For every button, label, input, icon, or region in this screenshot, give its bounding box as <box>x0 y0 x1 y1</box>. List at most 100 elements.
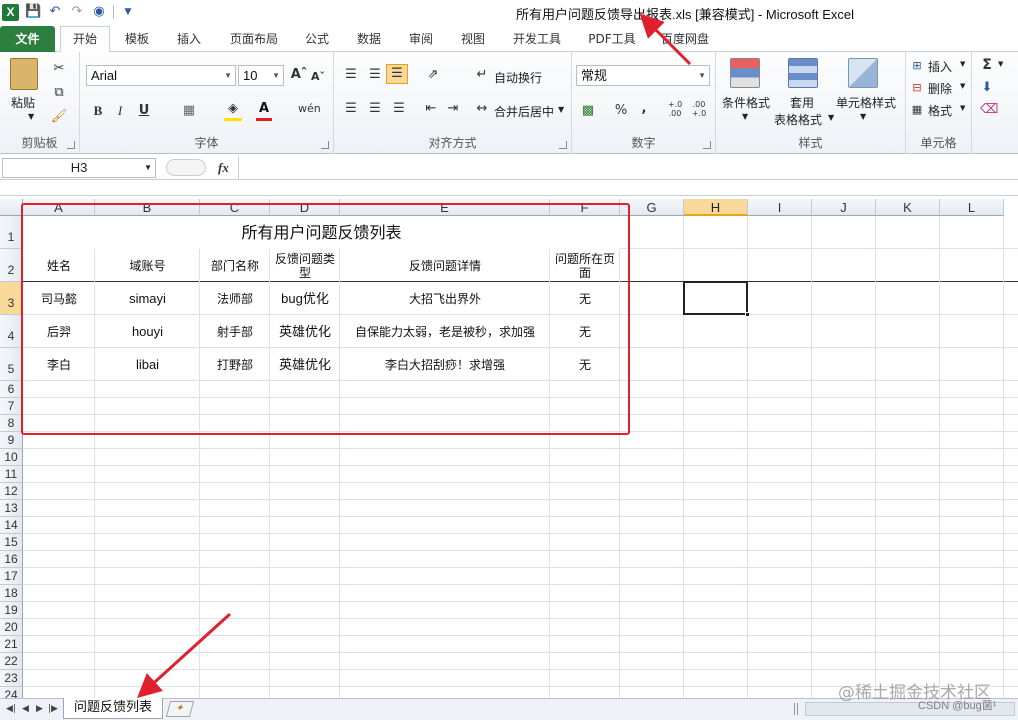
chevron-down-icon[interactable]: ▼ <box>960 104 965 112</box>
row-header-7[interactable]: 7 <box>0 398 23 415</box>
insert-cells-button[interactable]: 插入 <box>928 58 952 75</box>
merge-center-button[interactable]: 合并后居中 <box>494 103 554 120</box>
underline-button[interactable]: U <box>136 102 152 120</box>
worksheet-grid[interactable]: ABCDEFGHIJKL 1 2 3 4 5 6 7 8 9 10 11 12 13 14 15 16 17 18… <box>0 199 1018 698</box>
paste-dropdown-icon[interactable]: ▼ <box>28 112 34 121</box>
comma-button[interactable]: , <box>638 100 650 118</box>
first-sheet-icon[interactable]: ◀| <box>6 704 16 714</box>
conditional-format-button[interactable]: 条件格式 <box>722 94 770 111</box>
decrease-decimal-button[interactable]: .00 +.0 <box>688 100 710 118</box>
align-left-icon[interactable]: ☰ <box>342 100 360 118</box>
chevron-down-icon[interactable]: ▼ <box>960 82 965 90</box>
grow-font-icon[interactable]: Aˆ <box>290 66 308 84</box>
borders-icon[interactable]: ▦ <box>180 102 198 120</box>
chevron-down-icon[interactable]: ▼ <box>998 60 1003 68</box>
row-header-19[interactable]: 19 <box>0 602 23 619</box>
tab-review[interactable]: 审阅 <box>400 28 442 50</box>
orientation-icon[interactable]: ⇗ <box>422 66 444 84</box>
select-all-corner[interactable] <box>0 199 23 216</box>
fill-color-icon[interactable]: ◈ <box>224 100 242 121</box>
chevron-down-icon[interactable]: ▼ <box>860 112 866 121</box>
row-header-5[interactable]: 5 <box>0 348 23 381</box>
chevron-down-icon[interactable]: ▼ <box>960 60 965 68</box>
redo-icon[interactable]: ↷ <box>69 4 85 20</box>
row-header-13[interactable]: 13 <box>0 500 23 517</box>
font-name-combo[interactable]: Arial ▼ <box>86 65 236 86</box>
delete-cells-button[interactable]: 删除 <box>928 80 952 97</box>
format-as-table-icon[interactable] <box>788 58 818 88</box>
tab-template[interactable]: 模板 <box>114 28 160 50</box>
chevron-down-icon[interactable]: ▼ <box>828 113 834 122</box>
insert-cells-icon[interactable]: ⊞ <box>910 57 924 75</box>
fill-handle[interactable] <box>745 312 750 317</box>
format-as-table-label[interactable]: 表格格式 <box>774 111 822 128</box>
italic-button[interactable]: I <box>112 102 128 120</box>
paste-icon[interactable] <box>10 58 38 90</box>
excel-logo-icon[interactable]: X <box>2 3 19 21</box>
align-bottom-icon[interactable]: ☰ <box>386 64 408 84</box>
clear-icon[interactable]: ⌫ <box>980 101 998 119</box>
align-right-icon[interactable]: ☰ <box>390 100 408 118</box>
increase-decimal-button[interactable]: +.0 .00 <box>664 100 686 118</box>
next-sheet-icon[interactable]: ▶ <box>36 704 43 714</box>
tab-formulas[interactable]: 公式 <box>296 28 338 50</box>
row-header-22[interactable]: 22 <box>0 653 23 670</box>
tab-developer[interactable]: 开发工具 <box>504 28 570 50</box>
tab-view[interactable]: 视图 <box>452 28 494 50</box>
row-header-4[interactable]: 4 <box>0 315 23 348</box>
column-header-h[interactable]: H <box>684 199 748 216</box>
last-sheet-icon[interactable]: |▶ <box>48 704 58 714</box>
sheet-tab-active[interactable]: 问题反馈列表 <box>63 698 163 719</box>
row-header-21[interactable]: 21 <box>0 636 23 653</box>
new-sheet-icon[interactable]: ✦ <box>165 701 195 717</box>
chevron-down-icon[interactable]: ▼ <box>742 112 748 121</box>
delete-cells-icon[interactable]: ⊟ <box>910 79 924 97</box>
increase-indent-icon[interactable]: ⇥ <box>444 100 462 118</box>
autosum-button[interactable]: Σ <box>980 56 994 74</box>
tab-file[interactable]: 文件 <box>0 26 55 52</box>
format-painter-icon[interactable]: 🖌 <box>50 108 68 126</box>
wrap-text-icon[interactable]: ↵ <box>474 66 490 84</box>
align-center-icon[interactable]: ☰ <box>366 100 384 118</box>
column-header-k[interactable]: K <box>876 199 940 216</box>
merge-center-icon[interactable]: ↔ <box>474 100 490 118</box>
copy-icon[interactable]: ⧉ <box>48 84 70 102</box>
row-header-6[interactable]: 6 <box>0 381 23 398</box>
format-as-table-button[interactable]: 套用 <box>790 94 814 111</box>
undo-icon[interactable]: ↶ <box>47 4 63 20</box>
row-header-12[interactable]: 12 <box>0 483 23 500</box>
tab-split-handle[interactable] <box>794 703 798 715</box>
align-middle-icon[interactable]: ☰ <box>366 66 384 84</box>
number-format-combo[interactable]: 常规 ▼ <box>576 65 710 86</box>
insert-function-icon[interactable]: fx <box>218 160 229 176</box>
align-top-icon[interactable]: ☰ <box>342 66 360 84</box>
customize-qat-icon[interactable]: ▼ <box>120 4 136 20</box>
cell-styles-button[interactable]: 单元格样式 <box>836 94 896 111</box>
number-launcher-icon[interactable] <box>703 141 711 149</box>
prev-sheet-icon[interactable]: ◀ <box>22 704 29 714</box>
row-header-20[interactable]: 20 <box>0 619 23 636</box>
tab-data[interactable]: 数据 <box>348 28 390 50</box>
wrap-text-button[interactable]: 自动换行 <box>494 69 542 86</box>
cut-icon[interactable]: ✂ <box>50 60 68 78</box>
row-header-24[interactable]: 24 <box>0 687 23 698</box>
phonetic-icon[interactable]: wén <box>298 100 321 118</box>
selected-cell-h3[interactable] <box>683 281 748 315</box>
font-size-combo[interactable]: 10 ▼ <box>238 65 284 86</box>
row-header-14[interactable]: 14 <box>0 517 23 534</box>
formula-input[interactable] <box>242 159 1012 177</box>
chevron-down-icon[interactable]: ▼ <box>558 105 564 114</box>
column-header-l[interactable]: L <box>940 199 1004 216</box>
row-header-15[interactable]: 15 <box>0 534 23 551</box>
accounting-format-icon[interactable]: ▩ <box>578 102 598 120</box>
decrease-indent-icon[interactable]: ⇤ <box>422 100 440 118</box>
font-launcher-icon[interactable] <box>321 141 329 149</box>
column-header-j[interactable]: J <box>812 199 876 216</box>
row-header-18[interactable]: 18 <box>0 585 23 602</box>
row-header-9[interactable]: 9 <box>0 432 23 449</box>
bold-button[interactable]: B <box>90 102 106 120</box>
tab-pdf-tools[interactable]: PDF工具 <box>580 28 644 50</box>
tab-insert[interactable]: 插入 <box>166 28 212 50</box>
paste-button[interactable]: 粘贴 <box>11 94 35 111</box>
tab-baidu-netdisk[interactable]: 百度网盘 <box>654 28 716 50</box>
